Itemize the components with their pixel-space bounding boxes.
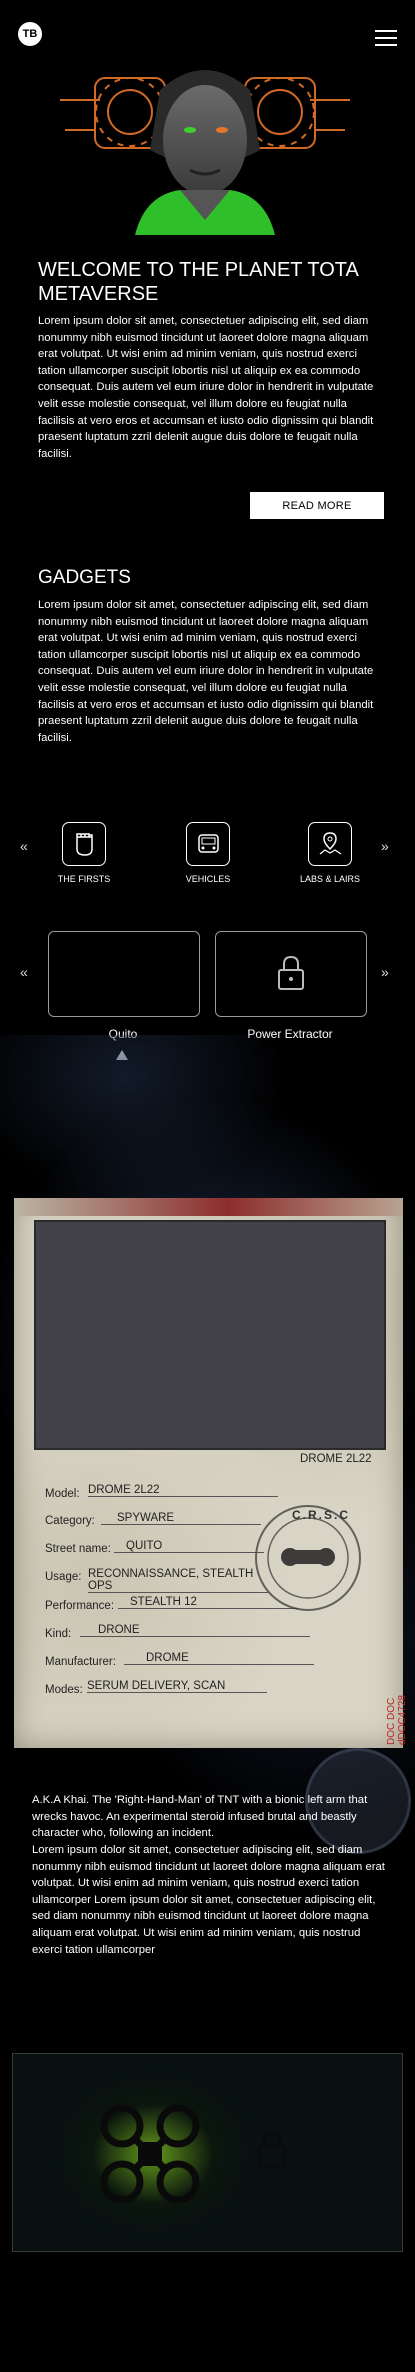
read-more-button[interactable]: READ MORE xyxy=(250,492,384,519)
fist-icon xyxy=(62,822,106,866)
dossier-torn-edge xyxy=(14,1198,403,1216)
field-usage-value: RECONNAISSANCE, STEALTH OPS xyxy=(88,1568,268,1593)
hero-image xyxy=(40,60,370,235)
gadget-card-power-extractor[interactable] xyxy=(215,931,367,1017)
stamp-text: C.R.S.C xyxy=(292,1508,351,1522)
hero-title: WELCOME TO THE PLANET TOTA METAVERSE xyxy=(38,259,358,305)
character-intro: A.K.A Khai. The 'Right-Hand-Man' of TNT … xyxy=(32,1794,368,1840)
gadgets-prev-icon[interactable]: « xyxy=(20,964,28,980)
location-pins-icon xyxy=(308,822,352,866)
field-street-name-key: Street name: xyxy=(45,1543,111,1555)
field-model-key: Model: xyxy=(45,1488,80,1500)
crsc-stamp: C.R.S.C xyxy=(252,1502,364,1614)
document-number: DOC DOC dDOC4728 xyxy=(386,1694,408,1745)
category-labs-lairs[interactable]: LABS & LAIRS xyxy=(285,822,375,884)
hamburger-menu-icon[interactable] xyxy=(375,30,397,51)
category-label: VEHICLES xyxy=(185,874,231,884)
field-manufacturer-key: Manufacturer: xyxy=(45,1656,116,1668)
field-modes-value: SERUM DELIVERY, SCAN xyxy=(87,1680,267,1693)
drone-showcase xyxy=(12,2053,403,2252)
field-street-name-value: QUITO xyxy=(114,1540,264,1553)
hero-body: Lorem ipsum dolor sit amet, consectetuer… xyxy=(38,315,374,460)
field-manufacturer-value: DROME xyxy=(124,1652,314,1665)
lock-icon xyxy=(278,955,304,990)
gadget-card-quito[interactable] xyxy=(48,931,200,1017)
drone-icon xyxy=(100,2104,200,2204)
tota-logo[interactable]: TB xyxy=(18,22,42,46)
field-usage-key: Usage: xyxy=(45,1571,82,1583)
gadget-preview-screen xyxy=(34,1220,386,1450)
category-vehicles[interactable]: VEHICLES xyxy=(163,822,253,884)
gadgets-title: GADGETS xyxy=(38,567,131,588)
field-kind-key: Kind: xyxy=(45,1628,72,1640)
screen-caption: DROME 2L22 xyxy=(300,1453,372,1465)
field-performance-key: Performance: xyxy=(45,1600,115,1612)
gadgets-body: Lorem ipsum dolor sit amet, consectetuer… xyxy=(38,599,374,744)
vehicle-icon xyxy=(186,822,230,866)
category-the-firsts[interactable]: THE FIRSTS xyxy=(39,822,129,884)
field-kind-value: DRONE xyxy=(80,1624,310,1637)
field-category-value: SPYWARE xyxy=(101,1512,261,1525)
field-category-key: Category: xyxy=(45,1515,95,1527)
category-label: THE FIRSTS xyxy=(57,874,111,884)
category-label: LABS & LAIRS xyxy=(299,874,361,884)
categories-next-icon[interactable]: » xyxy=(381,838,389,854)
field-model-value: DROME 2L22 xyxy=(88,1484,278,1497)
gadgets-next-icon[interactable]: » xyxy=(381,964,389,980)
categories-prev-icon[interactable]: « xyxy=(20,838,28,854)
character-body: Lorem ipsum dolor sit amet, consectetuer… xyxy=(32,1844,385,1956)
lock-icon xyxy=(257,2130,287,2168)
field-modes-key: Modes: xyxy=(45,1684,83,1696)
